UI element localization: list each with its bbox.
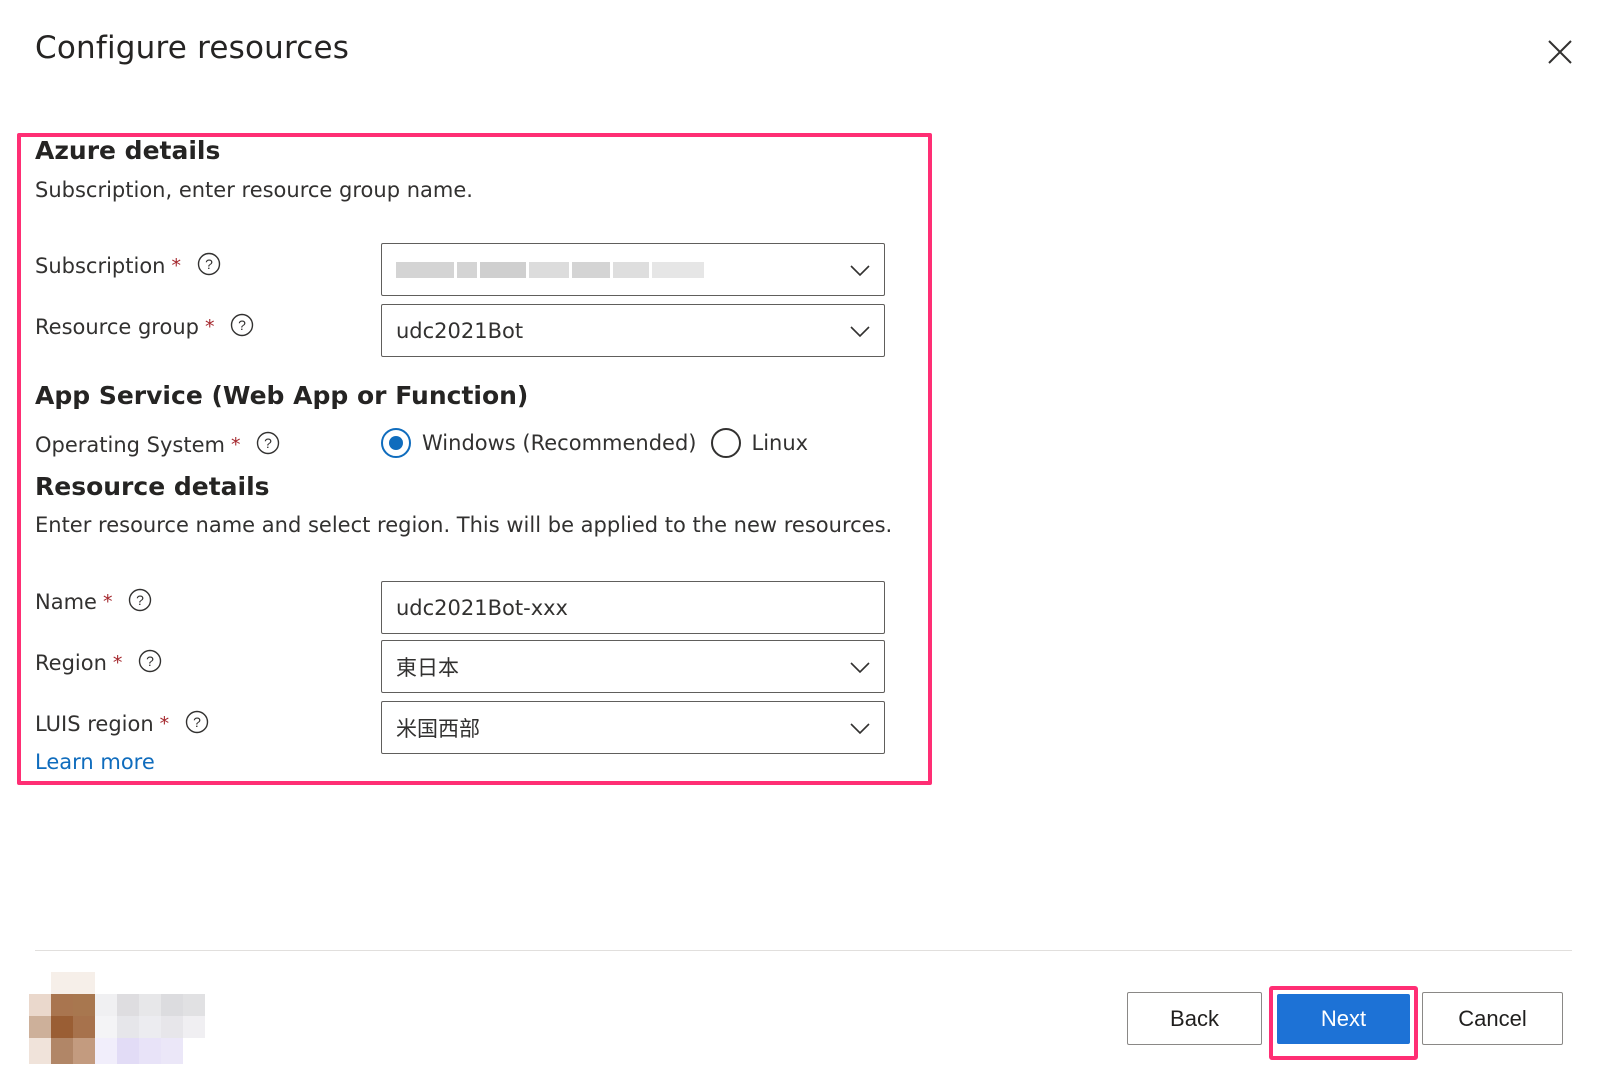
chevron-down-icon (850, 723, 870, 735)
name-input-value: udc2021Bot-xxx (396, 595, 568, 620)
radio-button-unchecked[interactable] (710, 428, 741, 458)
required-asterisk: * (102, 591, 113, 613)
cancel-button[interactable]: Cancel (1422, 992, 1563, 1045)
operating-system-label-text: Operating System (35, 433, 225, 457)
help-icon[interactable]: ? (256, 431, 280, 455)
luis-region-value: 米国西部 (396, 716, 480, 741)
resource-details-description: Enter resource name and select region. T… (35, 513, 893, 537)
svg-text:?: ? (239, 317, 247, 333)
operating-system-radio-group: Windows (Recommended) Linux (381, 428, 808, 458)
svg-text:?: ? (137, 592, 145, 608)
region-label-text: Region (35, 651, 107, 675)
required-asterisk: * (171, 255, 181, 277)
resource-group-dropdown[interactable]: udc2021Bot (381, 304, 885, 357)
help-icon[interactable]: ? (185, 710, 209, 734)
svg-text:?: ? (146, 653, 154, 669)
help-icon[interactable]: ? (197, 252, 221, 276)
help-icon[interactable]: ? (230, 313, 254, 337)
required-asterisk: * (159, 713, 170, 735)
subscription-dropdown[interactable] (381, 243, 885, 296)
radio-linux[interactable]: Linux (710, 428, 809, 458)
help-icon[interactable]: ? (138, 649, 162, 673)
azure-details-title: Azure details (35, 136, 221, 165)
resource-group-label-text: Resource group (35, 315, 199, 339)
svg-text:?: ? (205, 256, 213, 272)
resource-details-title: Resource details (35, 472, 270, 501)
dialog-title: Configure resources (35, 30, 350, 66)
name-input[interactable]: udc2021Bot-xxx (381, 581, 885, 634)
region-value: 東日本 (396, 655, 459, 680)
resource-group-value: udc2021Bot (396, 318, 524, 343)
luis-region-dropdown[interactable]: 米国西部 (381, 701, 885, 754)
app-service-title: App Service (Web App or Function) (35, 381, 529, 410)
radio-windows[interactable]: Windows (Recommended) (381, 428, 697, 458)
name-label-text: Name (35, 590, 97, 614)
radio-linux-label: Linux (751, 431, 809, 455)
radio-button-checked[interactable] (381, 428, 411, 458)
luis-region-label-text: LUIS region (35, 712, 154, 736)
svg-text:?: ? (193, 714, 201, 730)
chevron-down-icon (850, 326, 870, 338)
learn-more-link[interactable]: Learn more (35, 750, 155, 774)
subscription-value-redacted (396, 260, 704, 280)
luis-region-label: LUIS region * ? (35, 710, 209, 736)
subscription-label: Subscription * ? (35, 252, 221, 278)
annotation-highlight-box (1269, 986, 1418, 1060)
svg-text:?: ? (265, 435, 273, 451)
region-dropdown[interactable]: 東日本 (381, 640, 885, 693)
close-button[interactable] (1546, 38, 1574, 66)
close-icon (1548, 40, 1572, 64)
subscription-label-text: Subscription (35, 254, 166, 278)
azure-details-description: Subscription, enter resource group name. (35, 178, 473, 202)
name-label: Name * ? (35, 588, 152, 614)
footer-divider (35, 950, 1572, 951)
required-asterisk: * (112, 652, 123, 674)
chevron-down-icon (850, 662, 870, 674)
required-asterisk: * (204, 316, 215, 338)
resource-group-label: Resource group * ? (35, 313, 254, 339)
region-label: Region * ? (35, 649, 162, 675)
avatar (29, 972, 231, 1064)
radio-windows-label: Windows (Recommended) (422, 431, 697, 455)
operating-system-label: Operating System * ? (35, 431, 280, 457)
required-asterisk: * (230, 434, 241, 456)
help-icon[interactable]: ? (128, 588, 152, 612)
back-button[interactable]: Back (1127, 992, 1262, 1045)
chevron-down-icon (850, 265, 870, 277)
